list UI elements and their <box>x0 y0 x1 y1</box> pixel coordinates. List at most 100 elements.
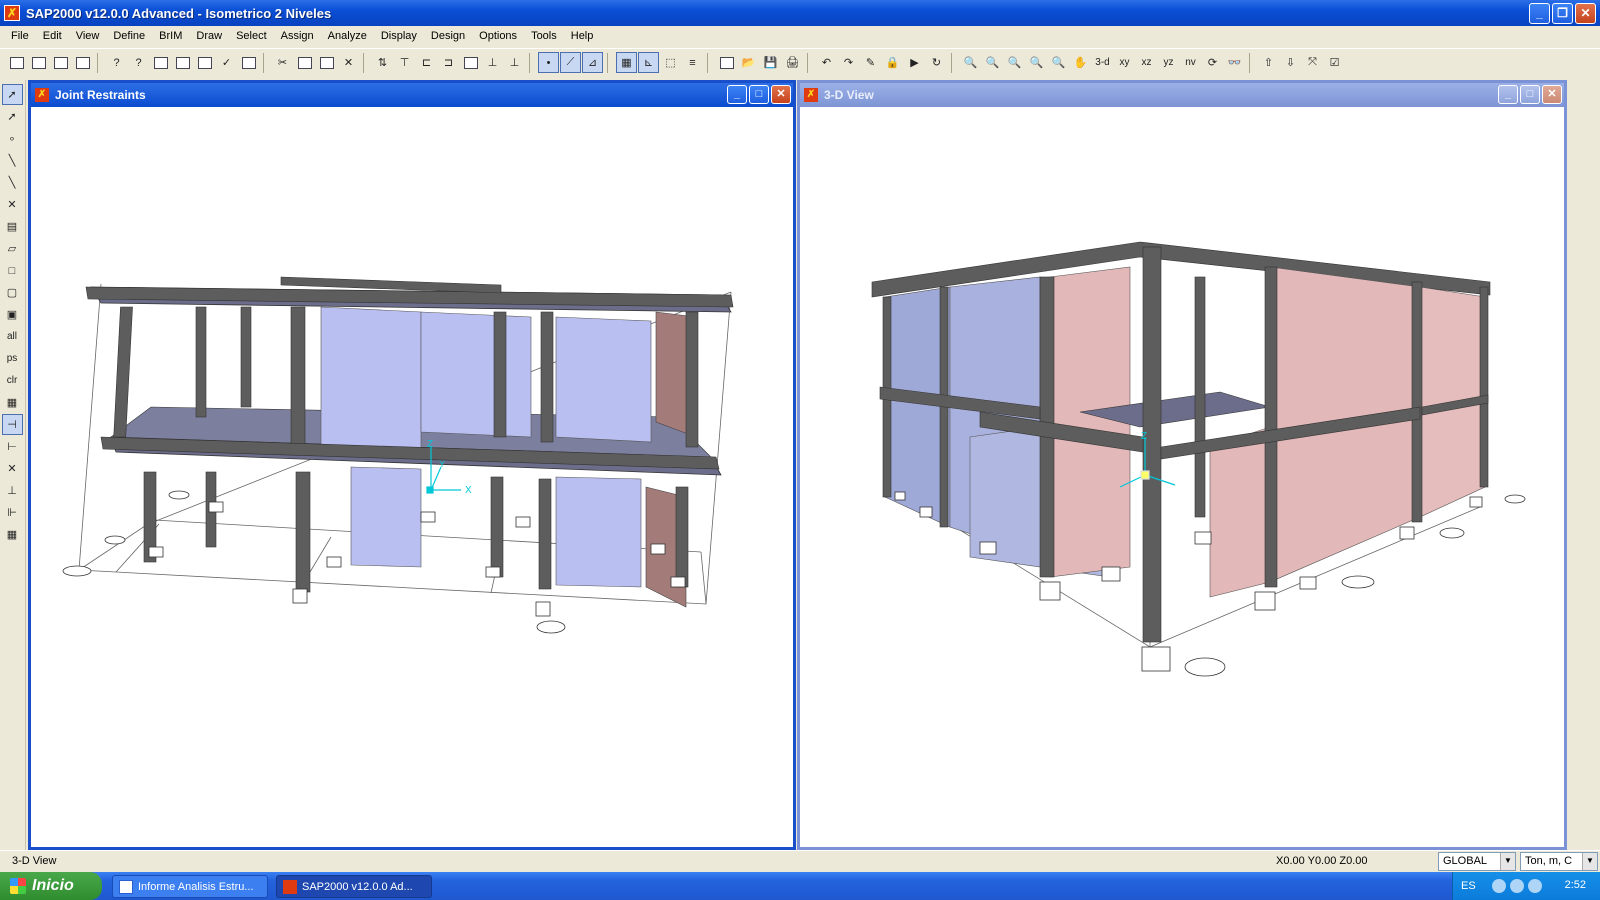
draw-rect-area-icon[interactable]: □ <box>2 260 23 281</box>
query-icon[interactable]: ? <box>106 52 127 73</box>
draw-grid-icon[interactable] <box>72 52 93 73</box>
snap-lines-icon[interactable]: ⟋ <box>560 52 581 73</box>
paste-icon[interactable] <box>316 52 337 73</box>
area-section-icon[interactable] <box>172 52 193 73</box>
taskbar-item-word-document[interactable]: Informe Analisis Estru... <box>112 875 268 898</box>
menu-analyze[interactable]: Analyze <box>321 30 374 42</box>
sap2000-app-icon[interactable]: ✗ <box>4 5 20 21</box>
restore-button[interactable]: ❐ <box>1552 3 1573 24</box>
units-select[interactable]: Ton, m, C ▼ <box>1520 852 1598 871</box>
edit-grid-icon[interactable] <box>460 52 481 73</box>
check-icon[interactable]: ✓ <box>216 52 237 73</box>
template-icon[interactable] <box>28 52 49 73</box>
network-icon[interactable] <box>1509 879 1524 893</box>
up-arrow-icon[interactable]: ⇧ <box>1258 52 1279 73</box>
view-xy-button[interactable]: xy <box>1114 52 1135 73</box>
draw-frame-icon[interactable]: ╲ <box>2 150 23 171</box>
lock-icon[interactable]: 🔒 <box>882 52 903 73</box>
down-arrow-icon[interactable]: ⇩ <box>1280 52 1301 73</box>
draw-solid-icon[interactable]: ▣ <box>2 304 23 325</box>
pan-icon[interactable]: ✋ <box>1070 52 1091 73</box>
menu-tools[interactable]: Tools <box>524 30 564 42</box>
menu-display[interactable]: Display <box>374 30 424 42</box>
select-all-button[interactable]: all <box>2 326 23 347</box>
view-yz-button[interactable]: yz <box>1158 52 1179 73</box>
zoom-in-icon[interactable]: 🔍 <box>1004 52 1025 73</box>
3d-view-titlebar[interactable]: ✗ 3-D View _ □ ✕ <box>800 83 1564 107</box>
joint-restraints-titlebar[interactable]: ✗ Joint Restraints _ □ ✕ <box>31 83 793 107</box>
clock[interactable]: 2:52 <box>1565 879 1586 891</box>
quick-draw-area-icon[interactable]: ▢ <box>2 282 23 303</box>
select-all-icon[interactable]: ≡ <box>682 52 703 73</box>
reshape-icon[interactable]: ➚ <box>2 106 23 127</box>
pointer-icon[interactable]: ➚ <box>1 84 23 105</box>
show-all-icon[interactable]: ⤧ <box>1302 52 1323 73</box>
menu-brim[interactable]: BrIM <box>152 30 189 42</box>
assign-area-load-icon[interactable]: ▦ <box>2 524 23 545</box>
3d-view-canvas[interactable]: Z <box>800 107 1564 847</box>
assign-restraint-icon[interactable]: ⊣ <box>1 414 23 435</box>
view-3d-button[interactable]: 3-d <box>1092 52 1113 73</box>
save-icon[interactable]: 💾 <box>760 52 781 73</box>
zoom-out-icon[interactable]: 🔍 <box>1026 52 1047 73</box>
menu-design[interactable]: Design <box>424 30 472 42</box>
undo-icon[interactable]: ↶ <box>816 52 837 73</box>
coordinate-system-select[interactable]: GLOBAL ▼ <box>1438 852 1516 871</box>
select-window-icon[interactable]: ⬚ <box>660 52 681 73</box>
assign-joint-load-icon[interactable]: ⊥ <box>2 480 23 501</box>
close-button[interactable]: ✕ <box>1575 3 1596 24</box>
maximize-button[interactable]: □ <box>749 85 769 104</box>
get-previous-selection-button[interactable]: ps <box>2 348 23 369</box>
draw-brace-icon[interactable]: ✕ <box>2 194 23 215</box>
draw-section-cut-icon[interactable]: ▤ <box>2 216 23 237</box>
copy-icon[interactable] <box>294 52 315 73</box>
taskbar-item-sap2000[interactable]: SAP2000 v12.0.0 Ad... <box>276 875 432 898</box>
new-file-icon[interactable] <box>716 52 737 73</box>
print-icon[interactable]: 🖨 <box>782 52 803 73</box>
start-button[interactable]: Inicio <box>0 872 102 900</box>
cut-icon[interactable]: ✂ <box>272 52 293 73</box>
minimize-button[interactable]: _ <box>1498 85 1518 104</box>
menu-help[interactable]: Help <box>564 30 601 42</box>
replicate-icon[interactable]: ⇅ <box>372 52 393 73</box>
maximize-button[interactable]: □ <box>1520 85 1540 104</box>
perspective-icon[interactable]: 👓 <box>1224 52 1245 73</box>
frame-section-icon[interactable] <box>150 52 171 73</box>
move-icon[interactable]: ⊥ <box>504 52 525 73</box>
view-nv-button[interactable]: nv <box>1180 52 1201 73</box>
quick-draw-frame-icon[interactable]: ╲ <box>2 172 23 193</box>
assign-constraint-icon[interactable]: ✕ <box>2 458 23 479</box>
assign-frame-load-icon[interactable]: ⊩ <box>2 502 23 523</box>
menu-view[interactable]: View <box>69 30 107 42</box>
run-analysis-icon[interactable]: ▶ <box>904 52 925 73</box>
joint-info-icon[interactable]: ? <box>128 52 149 73</box>
menu-file[interactable]: File <box>4 30 36 42</box>
link-icon[interactable] <box>194 52 215 73</box>
new-model-icon[interactable] <box>6 52 27 73</box>
menu-assign[interactable]: Assign <box>274 30 321 42</box>
menu-options[interactable]: Options <box>472 30 524 42</box>
rotate-icon[interactable]: ⟳ <box>1202 52 1223 73</box>
tray-arrow-icon[interactable] <box>1491 879 1506 893</box>
zoom-previous-icon[interactable]: 🔍 <box>1048 52 1069 73</box>
minimize-button[interactable]: _ <box>1529 3 1550 24</box>
redo-icon[interactable]: ↷ <box>838 52 859 73</box>
volume-icon[interactable] <box>1527 879 1542 893</box>
menu-define[interactable]: Define <box>106 30 152 42</box>
assign-release-icon[interactable]: ⊢ <box>2 436 23 457</box>
close-button[interactable]: ✕ <box>1542 85 1562 104</box>
draw-poly-area-icon[interactable]: ▱ <box>2 238 23 259</box>
perpendicular-snap-icon[interactable]: ⊾ <box>638 52 659 73</box>
intersecting-line-select-icon[interactable]: ▦ <box>2 392 23 413</box>
close-button[interactable]: ✕ <box>771 85 791 104</box>
refresh-icon[interactable]: ↻ <box>926 52 947 73</box>
set-display-icon[interactable]: ☑ <box>1324 52 1345 73</box>
menu-select[interactable]: Select <box>229 30 274 42</box>
joint-restraints-window[interactable]: ✗ Joint Restraints _ □ ✕ Z X Y <box>28 80 796 850</box>
minimize-button[interactable]: _ <box>727 85 747 104</box>
3d-view-window[interactable]: ✗ 3-D View _ □ ✕ Z <box>797 80 1567 850</box>
extrude-icon[interactable]: ⊐ <box>438 52 459 73</box>
menu-edit[interactable]: Edit <box>36 30 69 42</box>
chevron-down-icon[interactable]: ▼ <box>1582 853 1597 870</box>
design-icon[interactable] <box>238 52 259 73</box>
